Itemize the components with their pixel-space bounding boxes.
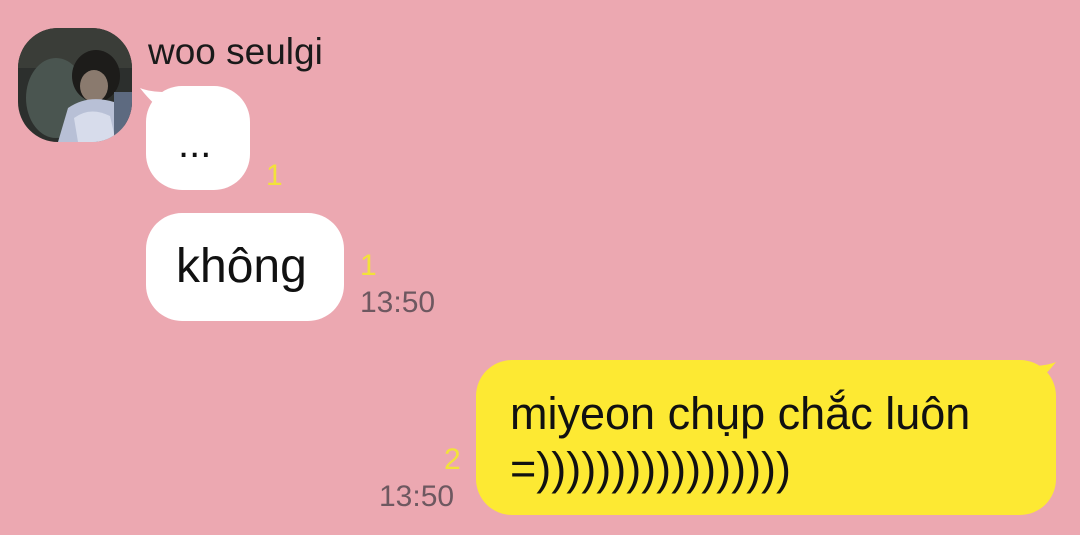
unread-count: 2 <box>444 443 461 476</box>
message-line: miyeon chụp chắc luôn <box>510 388 971 439</box>
sender-name: woo seulgi <box>148 31 323 72</box>
unread-count: 1 <box>360 249 377 282</box>
message-line: =))))))))))))))))) <box>510 443 792 494</box>
incoming-message-bubble[interactable]: không <box>146 213 344 321</box>
avatar-photo-icon <box>18 28 132 142</box>
message-timestamp: 13:50 <box>360 286 436 319</box>
message-timestamp: 13:50 <box>379 480 455 513</box>
incoming-message-bubble[interactable]: ... <box>146 86 250 190</box>
unread-count: 1 <box>266 159 283 192</box>
sender-avatar[interactable] <box>18 28 132 142</box>
outgoing-message-bubble[interactable]: miyeon chụp chắc luôn =))))))))))))))))) <box>476 360 1056 515</box>
